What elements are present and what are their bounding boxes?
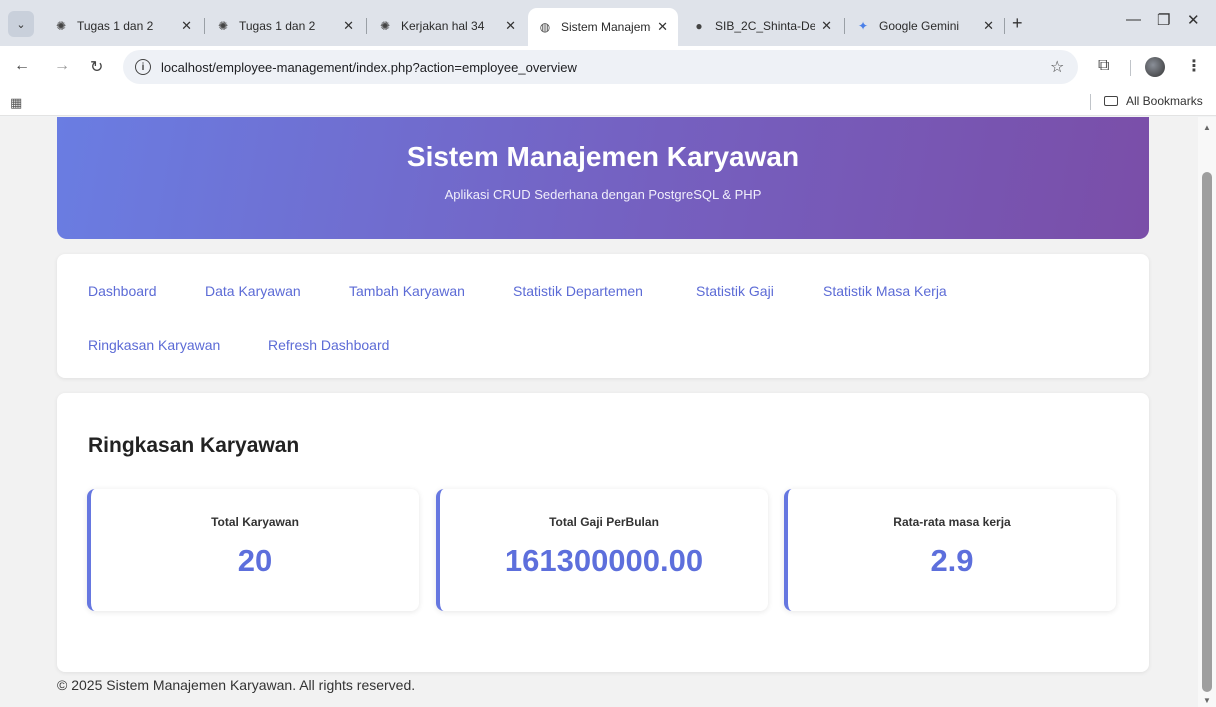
bookmark-star-icon[interactable]: ☆ (1050, 57, 1064, 77)
tab-label: SIB_2C_Shinta-Del (715, 18, 816, 33)
browser-tab[interactable]: ✺ Kerjakan hal 34 ✕ (368, 9, 526, 42)
nav-link-statistik-departemen[interactable]: Statistik Departemen (513, 283, 643, 299)
tab-divider (1004, 18, 1005, 34)
stat-card-total-karyawan: Total Karyawan 20 (87, 489, 419, 611)
summary-section: Ringkasan Karyawan Total Karyawan 20 Tot… (57, 393, 1149, 672)
profile-avatar[interactable] (1145, 57, 1165, 77)
tab-label: Google Gemini (879, 18, 960, 33)
all-bookmarks-button[interactable]: All Bookmarks (1104, 94, 1203, 108)
stat-title: Total Karyawan (211, 515, 299, 529)
close-icon[interactable]: ✕ (505, 18, 516, 34)
browser-tab[interactable]: ✺ Tugas 1 dan 2 ✕ (44, 9, 202, 42)
tab-divider (204, 18, 205, 34)
nav-link-statistik-gaji[interactable]: Statistik Gaji (696, 283, 774, 299)
page-header: Sistem Manajemen Karyawan Aplikasi CRUD … (57, 117, 1149, 239)
bookmarks-bar: ▦ All Bookmarks (0, 88, 1216, 116)
nav-link-ringkasan-karyawan[interactable]: Ringkasan Karyawan (88, 337, 220, 353)
stat-value: 20 (237, 543, 273, 578)
folder-icon (1104, 96, 1118, 106)
openai-icon: ✺ (379, 18, 391, 33)
stat-card-rata-rata-masa-kerja: Rata-rata masa kerja 2.9 (784, 489, 1116, 611)
summary-heading: Ringkasan Karyawan (88, 434, 300, 457)
all-bookmarks-label: All Bookmarks (1126, 94, 1203, 108)
globe-icon: ◍ (539, 20, 551, 34)
browser-tab[interactable]: ✦ Google Gemini ✕ (846, 9, 1004, 42)
site-info-icon[interactable]: i (135, 59, 151, 75)
back-icon[interactable]: ← (14, 57, 30, 75)
tab-label: Tugas 1 dan 2 (239, 18, 316, 33)
page-viewport: Sistem Manajemen Karyawan Aplikasi CRUD … (0, 117, 1198, 707)
reload-icon[interactable]: ↻ (90, 57, 103, 77)
tab-search-button[interactable]: ⌄ (8, 11, 34, 37)
gemini-icon: ✦ (857, 18, 869, 33)
page-subtitle: Aplikasi CRUD Sederhana dengan PostgreSQ… (444, 187, 762, 202)
tab-divider (844, 18, 845, 34)
extensions-icon[interactable]: ⧉ (1098, 57, 1109, 75)
forward-icon[interactable]: → (54, 57, 70, 75)
stat-value: 161300000.00 (504, 543, 704, 578)
nav-menu: Dashboard Data Karyawan Tambah Karyawan … (57, 254, 1149, 378)
close-icon[interactable]: ✕ (983, 18, 994, 34)
tab-strip: ⌄ ✺ Tugas 1 dan 2 ✕ ✺ Tugas 1 dan 2 ✕ ✺ … (0, 0, 1216, 46)
close-icon[interactable]: ✕ (343, 18, 354, 34)
menu-icon[interactable]: ⋮ (1186, 56, 1202, 76)
close-icon[interactable]: ✕ (181, 18, 192, 34)
apps-grid-icon[interactable]: ▦ (10, 95, 22, 111)
url-text: localhost/employee-management/index.php?… (161, 59, 577, 75)
openai-icon: ✺ (55, 18, 67, 33)
page-footer: © 2025 Sistem Manajemen Karyawan. All ri… (57, 677, 416, 693)
browser-tab[interactable]: ✺ Tugas 1 dan 2 ✕ (206, 9, 364, 42)
vertical-scrollbar[interactable]: ▲ ▼ (1198, 117, 1216, 707)
tab-label: Sistem Manajemen (561, 20, 651, 34)
close-icon[interactable]: ✕ (657, 19, 668, 35)
tab-label: Kerjakan hal 34 (401, 18, 485, 33)
browser-tab-active[interactable]: ◍ Sistem Manajemen ✕ (528, 8, 678, 46)
new-tab-icon[interactable]: + (1012, 13, 1023, 34)
chevron-down-icon: ⌄ (16, 18, 26, 31)
nav-link-dashboard[interactable]: Dashboard (88, 283, 157, 299)
page-title: Sistem Manajemen Karyawan (406, 141, 800, 172)
browser-tab[interactable]: ● SIB_2C_Shinta-Del ✕ (682, 9, 842, 42)
bookmarks-divider (1090, 94, 1091, 110)
toolbar-divider (1130, 60, 1131, 76)
tab-divider (366, 18, 367, 34)
stat-title: Rata-rata masa kerja (893, 515, 1011, 529)
browser-toolbar: ← → ↻ i localhost/employee-management/in… (0, 46, 1216, 88)
tab-label: Tugas 1 dan 2 (77, 18, 154, 33)
nav-link-tambah-karyawan[interactable]: Tambah Karyawan (349, 283, 465, 299)
scroll-up-icon[interactable]: ▲ (1203, 123, 1211, 132)
address-bar[interactable]: i localhost/employee-management/index.ph… (123, 50, 1078, 84)
scrollbar-thumb[interactable] (1202, 172, 1212, 692)
nav-link-data-karyawan[interactable]: Data Karyawan (205, 283, 301, 299)
nav-link-refresh-dashboard[interactable]: Refresh Dashboard (268, 337, 389, 353)
minimize-icon[interactable]: — (1126, 11, 1141, 28)
scroll-down-icon[interactable]: ▼ (1203, 696, 1211, 705)
openai-icon: ✺ (217, 18, 229, 33)
stat-title: Total Gaji PerBulan (549, 515, 659, 529)
github-icon: ● (695, 18, 703, 33)
stat-value: 2.9 (930, 543, 974, 578)
stat-card-total-gaji: Total Gaji PerBulan 161300000.00 (436, 489, 768, 611)
restore-icon[interactable]: ❐ (1157, 11, 1170, 29)
close-window-icon[interactable]: ✕ (1187, 11, 1200, 29)
close-icon[interactable]: ✕ (821, 18, 832, 34)
nav-link-statistik-masa-kerja[interactable]: Statistik Masa Kerja (823, 283, 947, 299)
